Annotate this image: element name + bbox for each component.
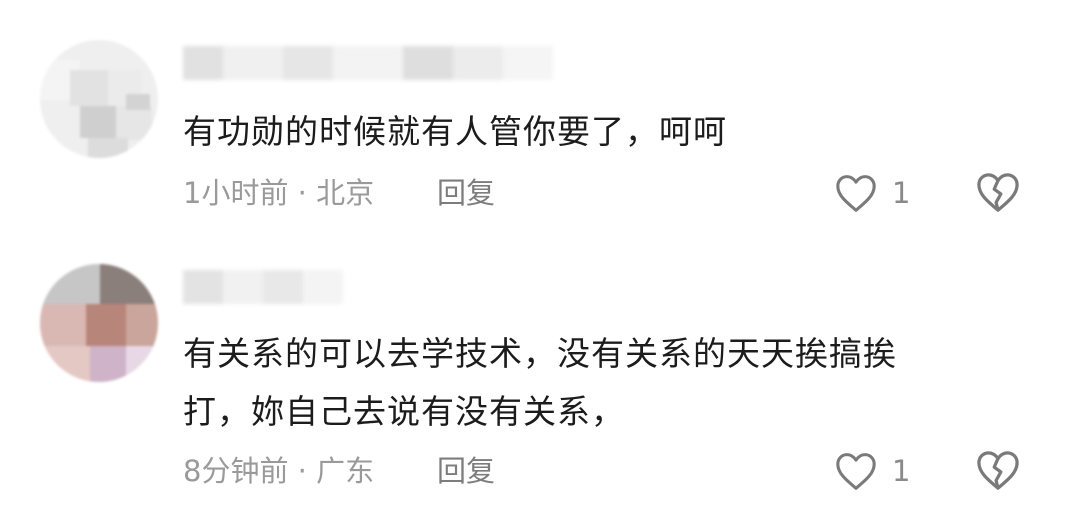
reply-button[interactable]: 回复 bbox=[437, 451, 495, 491]
comment-location: 广东 bbox=[316, 454, 375, 488]
like-button[interactable]: 1 bbox=[834, 171, 910, 215]
comment-meta: 1小时前 · 北京 bbox=[183, 173, 374, 213]
like-count: 1 bbox=[892, 454, 911, 488]
comment-meta: 8分钟前 · 广东 bbox=[183, 451, 374, 491]
meta-separator: · bbox=[297, 454, 307, 488]
comment-text-line-1: 有关系的可以去学技术，没有关系的天天挨搞挨 bbox=[183, 334, 897, 373]
like-count: 1 bbox=[892, 176, 911, 210]
username[interactable] bbox=[183, 270, 343, 304]
like-button[interactable]: 1 bbox=[834, 449, 910, 493]
comment-time: 8分钟前 bbox=[183, 454, 289, 488]
heart-outline-icon bbox=[836, 175, 876, 212]
username[interactable] bbox=[183, 46, 553, 80]
dislike-button[interactable] bbox=[975, 171, 1021, 215]
avatar[interactable] bbox=[40, 264, 158, 382]
dislike-button[interactable] bbox=[975, 449, 1021, 493]
broken-heart-icon bbox=[977, 451, 1019, 490]
reply-button[interactable]: 回复 bbox=[437, 173, 495, 213]
comment-location: 北京 bbox=[316, 176, 375, 210]
comment-text-line-2: 打，妳自己去说有没有关系， bbox=[183, 392, 625, 431]
broken-heart-icon bbox=[977, 173, 1019, 212]
comment-item: 有关系的可以去学技术，没有关系的天天挨搞挨 打，妳自己去说有没有关系， 8分钟前… bbox=[0, 250, 1080, 523]
comment-text: 有功勋的时候就有人管你要了，呵呵 bbox=[183, 112, 727, 151]
comment-item: 有功勋的时候就有人管你要了，呵呵 1小时前 · 北京 回复 1 bbox=[0, 0, 1080, 250]
comment-time: 1小时前 bbox=[183, 176, 289, 210]
meta-separator: · bbox=[297, 176, 307, 210]
heart-outline-icon bbox=[836, 453, 876, 490]
avatar[interactable] bbox=[40, 40, 158, 158]
